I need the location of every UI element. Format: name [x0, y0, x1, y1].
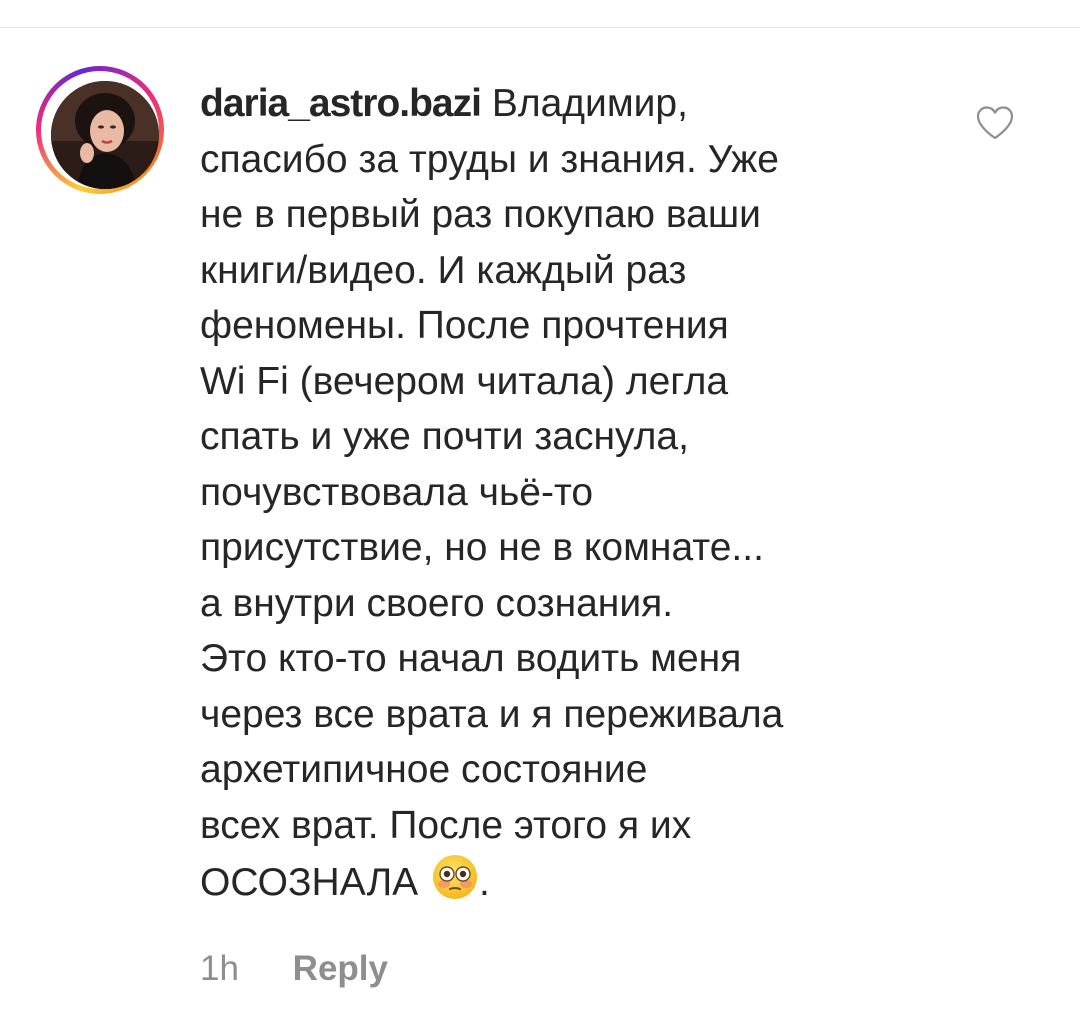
comment-line: присутствие, но не в комнате... — [200, 526, 764, 569]
comment-line: не в первый раз покупаю ваши — [200, 193, 761, 236]
comment-line: спасибо за труды и знания. Уже — [200, 137, 779, 181]
comment-line: через все врата и я переживала — [200, 692, 784, 736]
comment-username[interactable]: daria_astro.bazi — [200, 82, 482, 125]
avatar-image — [51, 81, 159, 189]
comment-text: daria_astro.bazi Владимир, спасибо за тр… — [200, 76, 940, 917]
top-divider — [0, 27, 1080, 28]
comment-timestamp: 1h — [200, 949, 239, 988]
comment-line: почувствовала чьё-то — [200, 470, 594, 514]
comment-meta: 1h Reply — [200, 944, 388, 994]
comment-line: спать и уже почти заснула, — [200, 415, 689, 458]
reply-button[interactable]: Reply — [293, 944, 388, 994]
comment-line: Это кто-то начал водить меня — [200, 637, 742, 680]
comment-line: феномены. После прочтения — [200, 304, 729, 347]
heart-outline-icon[interactable] — [975, 105, 1015, 141]
comment-line: ОСОЗНАЛА — [200, 861, 419, 904]
avatar-story-ring[interactable] — [36, 66, 164, 194]
comment-line: книги/видео. И каждый раз — [200, 248, 687, 292]
avatar[interactable] — [51, 81, 159, 189]
flushed-face-emoji — [431, 853, 479, 917]
comment-line: Владимир, — [491, 82, 688, 125]
comment-line: всех врат. После этого я их — [200, 803, 692, 847]
comment-line: Wi Fi (вечером читала) легла — [200, 359, 729, 403]
comment-trailing-punct: . — [479, 861, 490, 904]
comment-line: архетипичное состояние — [200, 748, 648, 791]
comment-line: а внутри своего сознания. — [200, 581, 674, 625]
